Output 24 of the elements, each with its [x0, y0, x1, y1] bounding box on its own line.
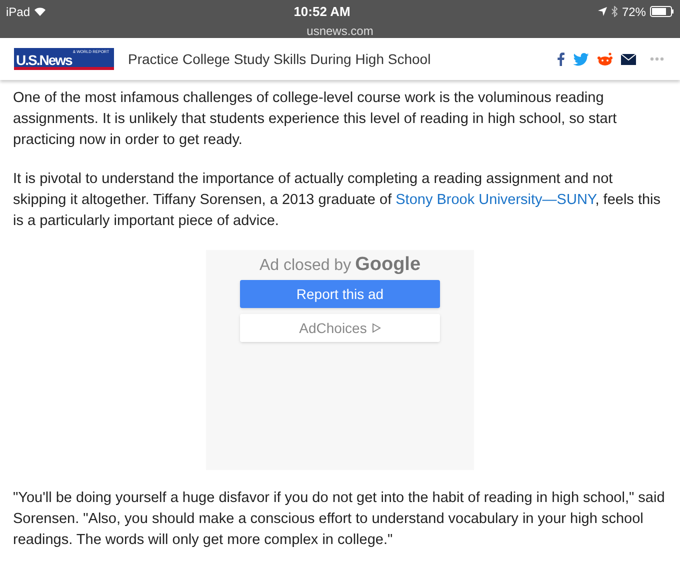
url-text[interactable]: usnews.com: [306, 22, 374, 40]
twitter-icon[interactable]: [573, 52, 589, 66]
quote-paragraph: "You'll be doing yourself a huge disfavor if you do not get into the habit of reading in high school," said Sorensen. "Also, you should make a conscious effort to understand vocabulary in your high school readings. The words will only get more complex in college.": [13, 489, 666, 550]
more-icon[interactable]: [650, 57, 664, 61]
wifi-icon: [34, 7, 46, 16]
clock-time: 10:52 AM: [294, 3, 350, 21]
article-paragraph: It is pivotal to understand the importance of actually completing a reading assignment and not skipping it altogether. Tiffany Sorensen, a 2013 graduate of Stony Brook University—SUNY, feels this is a particularly important piece of advice.: [13, 170, 662, 231]
bluetooth-icon: [610, 6, 618, 18]
ad-closed-text: Ad closed by: [259, 256, 352, 276]
device-name: iPad: [6, 4, 30, 21]
play-triangle-icon: [370, 323, 381, 333]
university-link[interactable]: Stony Brook University—SUNY: [396, 192, 596, 208]
report-ad-button[interactable]: Report this ad: [240, 280, 440, 308]
article-title: Practice College Study Skills During High School: [128, 50, 432, 69]
article-paragraph: One of the most infamous challenges of college-level course work is the voluminous reading assignments. It is unlikely that students experience this level of reading in high school, so start practicing now in order to get ready.: [13, 89, 618, 150]
google-logo: Google: [355, 254, 421, 275]
battery-icon: [650, 6, 674, 18]
reddit-icon[interactable]: [597, 52, 613, 66]
mail-icon[interactable]: [621, 54, 636, 64]
battery-percentage: 72%: [622, 4, 646, 21]
facebook-icon[interactable]: [557, 52, 565, 66]
logo-text: U.S.News: [16, 53, 72, 67]
location-arrow-icon: [598, 7, 607, 16]
adchoices-button[interactable]: AdChoices: [240, 314, 440, 342]
